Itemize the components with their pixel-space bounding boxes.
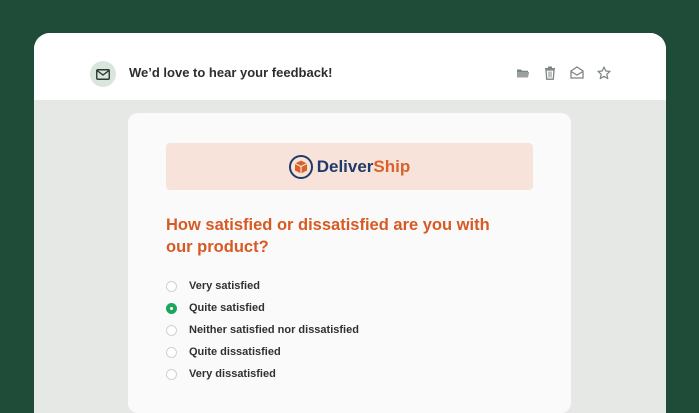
- option-quite-dissatisfied[interactable]: Quite dissatisfied: [166, 341, 359, 363]
- option-label: Very dissatisfied: [189, 368, 276, 380]
- star-icon[interactable]: [595, 64, 612, 81]
- survey-options: Very satisfied Quite satisfied Neither s…: [166, 275, 359, 385]
- brand-name: DeliverShip: [316, 156, 411, 176]
- email-subject: We’d love to hear your feedback!: [129, 65, 333, 80]
- radio-button[interactable]: [166, 346, 177, 358]
- email-header: We’d love to hear your feedback!: [34, 33, 666, 100]
- survey-question: How satisfied or dissatisfied are you wi…: [166, 216, 490, 256]
- radio-button[interactable]: [166, 368, 177, 380]
- option-very-satisfied[interactable]: Very satisfied: [166, 275, 359, 297]
- option-neither[interactable]: Neither satisfied nor dissatisfied: [166, 319, 359, 341]
- mail-icon: [90, 61, 116, 87]
- option-label: Neither satisfied nor dissatisfied: [189, 324, 359, 336]
- option-label: Quite satisfied: [189, 302, 265, 314]
- email-body-card: DeliverShip How satisfied or dissatisfie…: [128, 113, 571, 413]
- folder-icon[interactable]: [514, 64, 531, 81]
- mark-read-icon[interactable]: [568, 64, 585, 81]
- frame-background: We’d love to hear your feedback! Deliver…: [0, 0, 699, 413]
- brand-logo: DeliverShip: [288, 154, 411, 179]
- option-quite-satisfied[interactable]: Quite satisfied: [166, 297, 359, 319]
- radio-button[interactable]: [166, 280, 177, 292]
- trash-icon[interactable]: [541, 64, 558, 81]
- email-toolbar: [514, 64, 612, 81]
- option-label: Quite dissatisfied: [189, 346, 281, 358]
- radio-button[interactable]: [166, 324, 177, 336]
- email-window: We’d love to hear your feedback! Deliver…: [34, 33, 666, 413]
- box-logo-icon: [288, 154, 313, 179]
- option-very-dissatisfied[interactable]: Very dissatisfied: [166, 363, 359, 385]
- option-label: Very satisfied: [189, 280, 260, 292]
- brand-banner: DeliverShip: [166, 143, 533, 190]
- radio-button-selected[interactable]: [166, 302, 177, 314]
